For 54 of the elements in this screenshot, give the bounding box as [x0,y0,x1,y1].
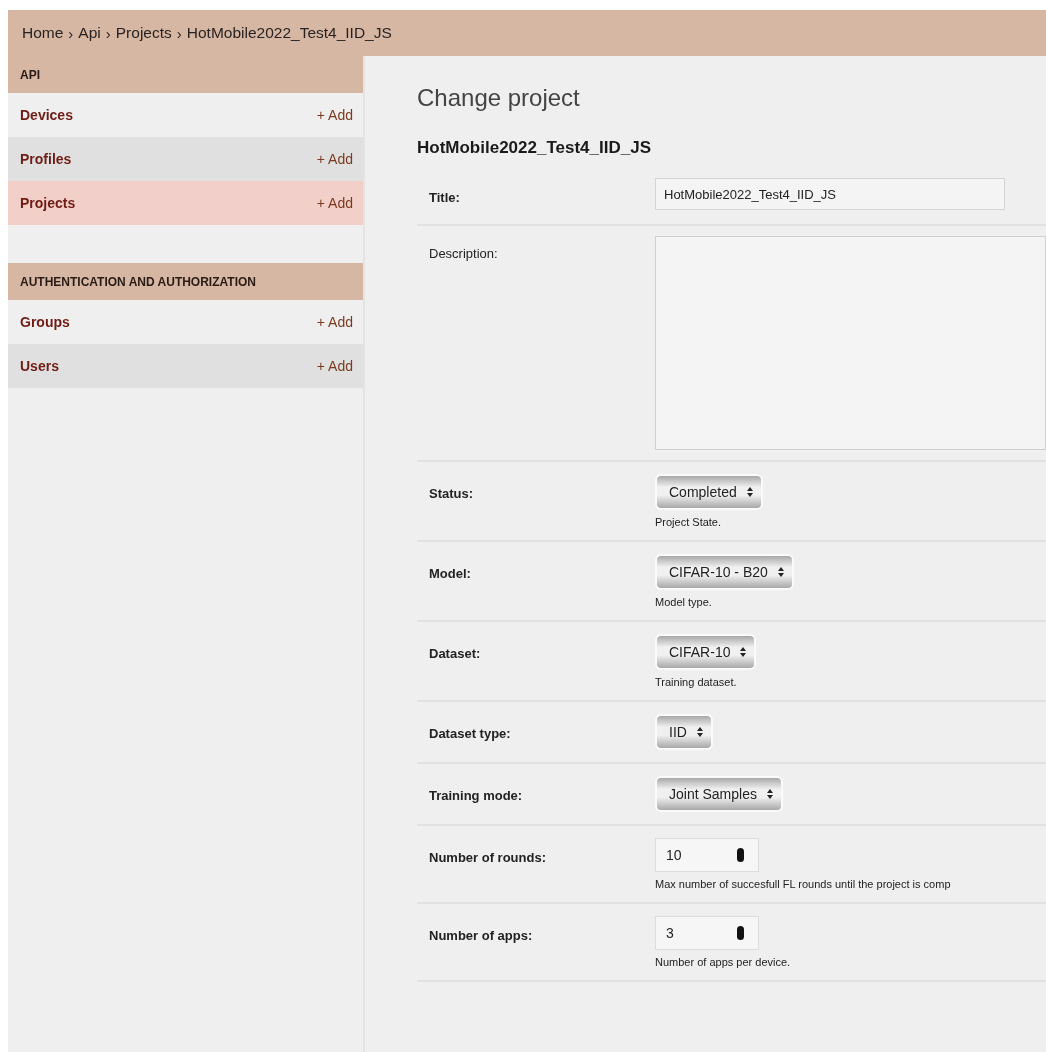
updown-arrows-icon [696,727,703,737]
object-title: HotMobile2022_Test4_IID_JS [417,138,652,158]
field-label: Dataset: [429,645,482,663]
field-label: Description: [429,245,499,263]
field-label: Number of apps: [429,927,534,945]
sidebar-item[interactable]: Projects + Add [8,181,363,225]
model-link[interactable]: Profiles [20,151,72,167]
model-link[interactable]: Users [20,358,59,374]
section-header: API [8,56,363,93]
select-dropdown[interactable]: Completed [655,474,763,510]
updown-arrows-icon [740,647,747,657]
sidebar-item[interactable]: Users + Add [8,344,363,388]
breadcrumb-link[interactable]: Home [22,24,64,42]
select-dropdown[interactable]: Joint Samples [655,776,783,812]
model-link[interactable]: Projects [20,195,76,211]
add-link[interactable]: + Add [316,195,353,211]
number-field[interactable]: 3 [655,916,759,950]
help-text: Training dataset. [655,676,738,688]
spinner-icon [737,848,744,862]
add-link[interactable]: + Add [316,151,353,167]
page-title: Change project [417,84,581,112]
separator-icon: › [105,24,111,42]
field-label: Dataset type: [429,725,512,743]
text-field[interactable]: HotMobile2022_Test4_IID_JS [655,178,1005,210]
textarea-field[interactable] [655,236,1046,450]
add-link[interactable]: + Add [316,314,353,330]
field-label: Training mode: [429,787,524,805]
select-dropdown[interactable]: CIFAR-10 - B20 [655,554,794,590]
help-text: Model type. [655,596,713,608]
separator-icon: › [176,24,182,42]
select-dropdown[interactable]: CIFAR-10 [655,634,757,670]
add-link[interactable]: + Add [316,107,353,123]
field-label: Number of rounds: [429,849,547,867]
sidebar-item[interactable]: Profiles + Add [8,137,363,181]
separator-icon: › [68,24,74,42]
section-header: AUTHENTICATION AND AUTHORIZATION [8,263,363,300]
field-label: Status: [429,485,475,503]
updown-arrows-icon [777,567,784,577]
model-link[interactable]: Groups [20,314,70,330]
help-text: Number of apps per device. [655,956,792,968]
model-link[interactable]: Devices [20,107,73,123]
updown-arrows-icon [766,789,773,799]
add-link[interactable]: + Add [316,358,353,374]
help-text: Project State. [655,516,723,528]
updown-arrows-icon [746,487,753,497]
breadcrumb-link[interactable]: Projects [115,24,172,42]
select-dropdown[interactable]: IID [655,714,713,750]
breadcrumb-current: HotMobile2022_Test4_IID_JS [186,24,392,42]
spinner-icon [737,926,744,940]
field-label: Model: [429,565,472,583]
field-label: Title: [429,189,461,207]
number-field[interactable]: 10 [655,838,759,872]
help-text: Max number of succesfull FL rounds until the project is comp [655,878,952,890]
breadcrumb-link[interactable]: Api [78,24,101,42]
